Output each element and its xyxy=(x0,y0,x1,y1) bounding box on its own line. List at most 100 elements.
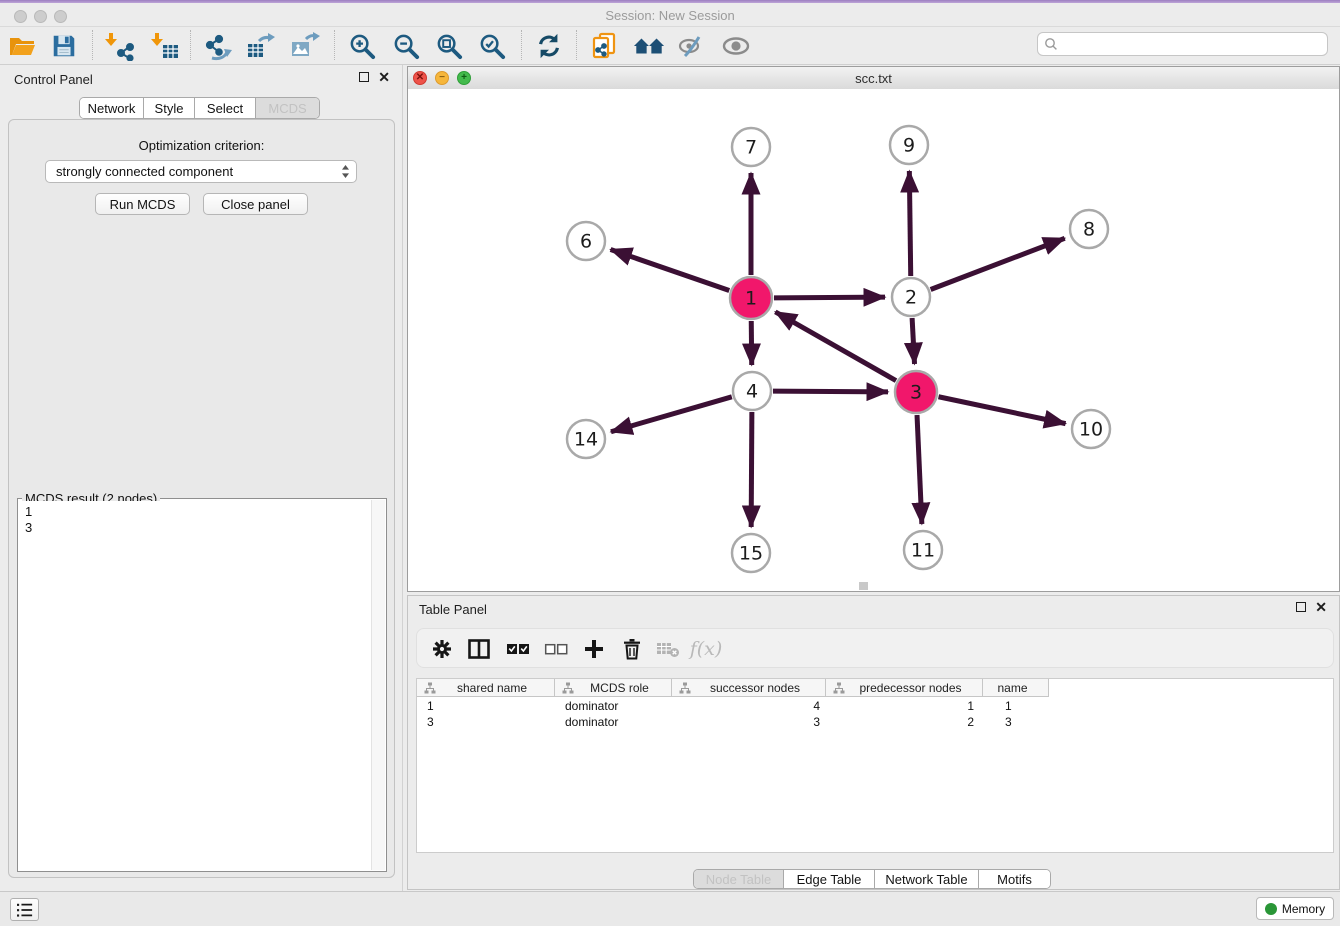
tab-style[interactable]: Style xyxy=(143,98,194,118)
table-cell[interactable]: dominator xyxy=(555,698,672,714)
graph-edge-2-8[interactable] xyxy=(931,238,1065,289)
graph-node-15[interactable]: 15 xyxy=(732,534,770,572)
export-table-icon[interactable] xyxy=(243,29,279,63)
delete-table-icon[interactable] xyxy=(655,637,681,661)
column-header-name[interactable]: name xyxy=(983,679,1049,696)
graph-edge-3-1[interactable] xyxy=(775,312,896,381)
home-icon[interactable] xyxy=(631,29,667,63)
close-panel-button[interactable]: Close panel xyxy=(203,193,308,215)
node-table[interactable]: shared nameMCDS rolesuccessor nodesprede… xyxy=(416,678,1334,853)
graph-edge-3-10[interactable] xyxy=(939,397,1066,424)
svg-text:11: 11 xyxy=(911,540,935,562)
import-network-icon[interactable] xyxy=(101,29,137,63)
search-icon xyxy=(1044,37,1058,51)
table-cell[interactable]: 3 xyxy=(672,714,826,730)
graph-node-11[interactable]: 11 xyxy=(904,531,942,569)
refresh-icon[interactable] xyxy=(531,29,567,63)
search-input[interactable] xyxy=(1058,36,1327,52)
clone-network-icon[interactable] xyxy=(587,29,623,63)
save-session-icon[interactable] xyxy=(46,29,82,63)
show-visual-properties-icon[interactable] xyxy=(718,29,754,63)
add-row-icon[interactable] xyxy=(581,637,607,661)
close-panel-icon[interactable]: ✕ xyxy=(378,72,390,82)
export-image-icon[interactable] xyxy=(287,29,323,63)
memory-button[interactable]: Memory xyxy=(1256,897,1334,920)
column-header-successor-nodes[interactable]: successor nodes xyxy=(672,679,826,696)
graph-edge-4-15[interactable] xyxy=(751,412,752,527)
table-cell[interactable]: 1 xyxy=(826,698,983,714)
graph-node-10[interactable]: 10 xyxy=(1072,410,1110,448)
graph-node-3[interactable]: 3 xyxy=(895,371,937,413)
zoom-out-icon[interactable] xyxy=(388,29,424,63)
task-history-button[interactable] xyxy=(10,898,39,921)
zoom-fit-icon[interactable] xyxy=(431,29,467,63)
table-cell[interactable]: 4 xyxy=(672,698,826,714)
graph-node-9[interactable]: 9 xyxy=(890,126,928,164)
tab-node-table[interactable]: Node Table xyxy=(694,870,783,888)
tab-mcds[interactable]: MCDS xyxy=(255,98,319,118)
graph-node-7[interactable]: 7 xyxy=(732,128,770,166)
function-builder-icon[interactable]: f(x) xyxy=(693,637,719,661)
column-header-MCDS-role[interactable]: MCDS role xyxy=(555,679,672,696)
graph-edge-4-14[interactable] xyxy=(611,397,732,432)
table-cell[interactable]: 3 xyxy=(417,714,555,730)
table-settings-icon[interactable] xyxy=(429,637,455,661)
svg-text:7: 7 xyxy=(745,137,757,159)
graph-node-6[interactable]: 6 xyxy=(567,222,605,260)
import-table-icon[interactable] xyxy=(147,29,183,63)
table-row[interactable]: 1dominator411 xyxy=(417,698,1049,714)
svg-text:3: 3 xyxy=(910,382,922,404)
graph-node-14[interactable]: 14 xyxy=(567,420,605,458)
graph-node-8[interactable]: 8 xyxy=(1070,210,1108,248)
select-all-icon[interactable] xyxy=(505,637,531,661)
mcds-tab-pane: Optimization criterion: strongly connect… xyxy=(8,119,395,878)
column-header-predecessor-nodes[interactable]: predecessor nodes xyxy=(826,679,983,696)
tab-network-table[interactable]: Network Table xyxy=(874,870,978,888)
table-cell[interactable]: 2 xyxy=(826,714,983,730)
run-mcds-button[interactable]: Run MCDS xyxy=(95,193,190,215)
mcds-result-list[interactable]: 1 3 xyxy=(19,501,372,870)
close-table-panel-icon[interactable]: ✕ xyxy=(1315,602,1327,612)
optimization-criterion-label: Optimization criterion: xyxy=(9,138,394,153)
zoom-in-icon[interactable] xyxy=(344,29,380,63)
graph-node-1[interactable]: 1 xyxy=(730,277,772,319)
network-canvas[interactable]: 7 9 6 8 1 2 4 3 14 10 15 11 xyxy=(408,89,1339,591)
hide-visual-properties-icon[interactable] xyxy=(674,29,710,63)
tab-motifs[interactable]: Motifs xyxy=(978,870,1050,888)
table-cell[interactable]: 1 xyxy=(983,698,1049,714)
export-network-icon[interactable] xyxy=(200,29,236,63)
graph-edge-2-3[interactable] xyxy=(912,318,914,364)
zoom-selected-icon[interactable] xyxy=(474,29,510,63)
delete-row-icon[interactable] xyxy=(619,637,645,661)
float-panel-icon[interactable] xyxy=(359,72,369,82)
graph-edge-4-3[interactable] xyxy=(773,391,888,392)
open-session-icon[interactable] xyxy=(4,29,40,63)
graph-edge-1-2[interactable] xyxy=(774,297,885,298)
network-window-titlebar[interactable]: ✕ − + scc.txt xyxy=(408,67,1339,90)
tab-select[interactable]: Select xyxy=(194,98,255,118)
criterion-dropdown[interactable]: strongly connected component xyxy=(45,160,357,183)
svg-text:6: 6 xyxy=(580,231,592,253)
graph-node-4[interactable]: 4 xyxy=(733,372,771,410)
tab-network[interactable]: Network xyxy=(80,98,143,118)
graph-edge-3-11[interactable] xyxy=(917,415,922,524)
dropdown-chevrons-icon xyxy=(341,164,350,179)
table-row[interactable]: 3dominator323 xyxy=(417,714,1049,730)
table-toolbar: f(x) xyxy=(416,628,1334,668)
deselect-all-icon[interactable] xyxy=(543,637,569,661)
result-scrollbar[interactable] xyxy=(371,500,385,870)
graph-node-2[interactable]: 2 xyxy=(892,278,930,316)
column-header-shared-name[interactable]: shared name xyxy=(417,679,555,696)
table-cell[interactable]: 1 xyxy=(417,698,555,714)
show-columns-icon[interactable] xyxy=(466,637,492,661)
canvas-scrollbar-thumb[interactable] xyxy=(859,582,868,590)
tab-edge-table[interactable]: Edge Table xyxy=(783,870,874,888)
search-field[interactable] xyxy=(1037,32,1328,56)
control-panel: Control Panel ✕ NetworkStyleSelectMCDS O… xyxy=(0,65,403,891)
graph-edge-2-9[interactable] xyxy=(909,171,910,276)
float-table-panel-icon[interactable] xyxy=(1296,602,1306,612)
graph-edge-1-6[interactable] xyxy=(611,249,730,290)
table-cell[interactable]: dominator xyxy=(555,714,672,730)
toolbar-separator xyxy=(521,30,522,60)
table-cell[interactable]: 3 xyxy=(983,714,1049,730)
